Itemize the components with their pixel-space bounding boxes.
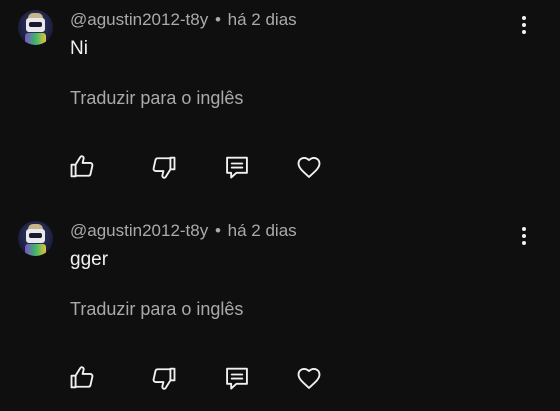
thumb-up-icon <box>70 366 94 389</box>
avatar-body <box>25 244 46 256</box>
more-dot <box>522 30 526 34</box>
avatar[interactable] <box>18 221 53 256</box>
more-dot <box>522 227 526 231</box>
more-dot <box>522 23 526 27</box>
translate-link[interactable]: Traduzir para o inglês <box>70 86 243 110</box>
comment-item: @agustin2012-t8y • há 2 dias Ni Traduzir… <box>0 0 560 200</box>
translate-link[interactable]: Traduzir para o inglês <box>70 297 243 321</box>
avatar-visor <box>29 22 42 27</box>
dislike-button[interactable] <box>150 153 178 181</box>
dislike-button[interactable] <box>150 364 178 392</box>
header-separator: • <box>214 10 221 29</box>
more-dot <box>522 241 526 245</box>
comment-text: Ni <box>70 38 88 59</box>
reply-button[interactable] <box>223 153 251 181</box>
heart-icon <box>297 367 321 389</box>
comment-text: gger <box>70 249 109 270</box>
avatar[interactable] <box>18 10 53 45</box>
avatar-body <box>25 33 46 45</box>
header-separator: • <box>214 221 221 240</box>
comment-time[interactable]: há 2 dias <box>228 221 297 240</box>
comment-time[interactable]: há 2 dias <box>228 10 297 29</box>
reply-button[interactable] <box>223 364 251 392</box>
thumb-up-icon <box>70 155 94 178</box>
comment-author[interactable]: @agustin2012-t8y <box>70 221 208 240</box>
avatar-visor <box>29 233 42 238</box>
heart-icon <box>297 156 321 178</box>
heart-button[interactable] <box>295 364 323 392</box>
like-button[interactable] <box>68 364 96 392</box>
comment-author[interactable]: @agustin2012-t8y <box>70 10 208 29</box>
more-vertical-icon[interactable] <box>514 223 534 249</box>
comment-icon <box>226 367 248 390</box>
thumb-down-icon <box>152 367 176 390</box>
comment-item: @agustin2012-t8y • há 2 dias gger Traduz… <box>0 211 560 411</box>
comment-header: @agustin2012-t8y • há 2 dias <box>70 9 297 31</box>
comment-icon <box>226 156 248 179</box>
more-dot <box>522 234 526 238</box>
like-button[interactable] <box>68 153 96 181</box>
more-vertical-icon[interactable] <box>514 12 534 38</box>
comment-header: @agustin2012-t8y • há 2 dias <box>70 220 297 242</box>
thumb-down-icon <box>152 156 176 179</box>
heart-button[interactable] <box>295 153 323 181</box>
more-dot <box>522 16 526 20</box>
